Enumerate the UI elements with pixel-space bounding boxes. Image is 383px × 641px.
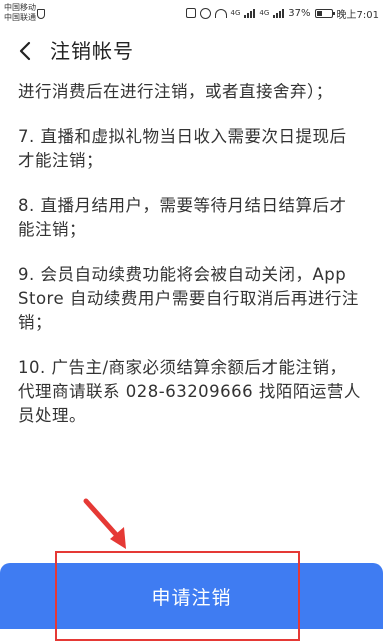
- carrier-2: 中国联通: [4, 13, 36, 22]
- status-icons: 4G 4G 37% 晚上7:01: [185, 6, 379, 21]
- notice-paragraph: 8. 直播月结用户，需要等待月结日结算后才能注销；: [18, 196, 347, 239]
- network-label-2: 4G: [259, 9, 270, 17]
- vibrate-icon: [185, 8, 196, 18]
- alarm-icon: [199, 7, 211, 19]
- notice-paragraph: 进行消费后在进行注销，或者直接舍弃）；: [18, 82, 333, 101]
- annotation-highlight-box: [55, 551, 300, 641]
- battery-percent: 37%: [288, 7, 311, 19]
- chevron-left-icon[interactable]: [14, 39, 36, 63]
- notice-content: 进行消费后在进行注销，或者直接舍弃）； 7. 直播和虚拟礼物当日收入需要次日提现后…: [18, 80, 363, 449]
- battery-icon: [314, 8, 335, 18]
- header: 注销帐号: [0, 26, 383, 76]
- annotation-arrow: [83, 498, 126, 549]
- notice-paragraph: 9. 会员自动续费功能将会被自动关闭，App Store 自动续费用户需要自行取…: [18, 265, 359, 332]
- carrier-1: 中国移动: [4, 3, 36, 12]
- battery-cap: [332, 11, 335, 15]
- signal-icon-1: [244, 8, 256, 18]
- notice-paragraph: 7. 直播和虚拟礼物当日收入需要次日提现后才能注销；: [18, 127, 347, 170]
- screen: 中国移动 中国联通 4G 4G 37% 晚上7:01 注销帐号 进行消费后在进行…: [0, 0, 383, 641]
- battery-fill: [316, 10, 322, 16]
- shield-icon: [37, 9, 45, 19]
- page-title: 注销帐号: [50, 39, 134, 63]
- carrier-info: 中国移动 中国联通: [4, 3, 36, 23]
- notice-paragraph: 10. 广告主/商家必须结算余额后才能注销，代理商请联系 028-6320966…: [18, 358, 361, 425]
- clock: 晚上7:01: [336, 9, 379, 21]
- signal-icon-2: [273, 8, 285, 18]
- status-bar: 中国移动 中国联通 4G 4G 37% 晚上7:01: [0, 0, 383, 26]
- network-label-1: 4G: [230, 9, 241, 17]
- wifi-icon: [214, 8, 227, 18]
